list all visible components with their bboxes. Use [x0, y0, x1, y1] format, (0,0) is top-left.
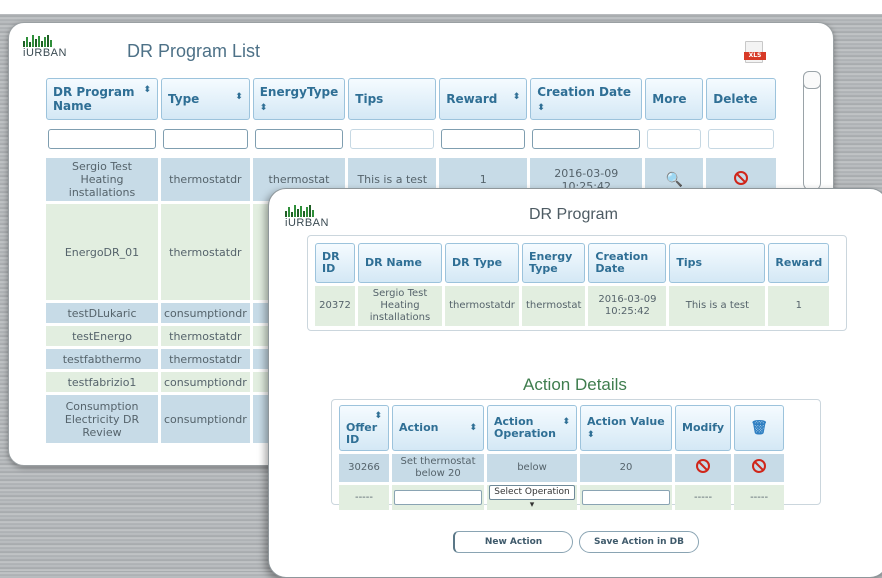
col-dr-type: DR Type: [445, 243, 519, 283]
col-offer-id[interactable]: ⬍ Offer ID: [339, 405, 389, 451]
col-action-operation[interactable]: ⬍ Action Operation: [487, 405, 577, 451]
sort-icon: ⬍: [469, 423, 477, 433]
col-energy-type[interactable]: EnergyType ⬍: [252, 78, 346, 120]
new-action-button[interactable]: New Action: [453, 531, 573, 553]
action-input[interactable]: [394, 490, 482, 505]
sort-icon: ⬍: [562, 417, 570, 427]
delete-icon[interactable]: [752, 459, 767, 473]
col-dr-program-name[interactable]: ⬍ DR Program Name: [46, 78, 158, 120]
col-action[interactable]: ⬍ Action: [392, 405, 484, 451]
col-modify: Modify: [675, 405, 732, 451]
table-row: 20372 Sergio Test Heating installations …: [315, 286, 830, 326]
col-energy-type: Energy Type: [522, 243, 586, 283]
filter-type-input[interactable]: [163, 129, 248, 149]
export-xls-icon[interactable]: XLS: [744, 41, 766, 63]
col-type[interactable]: ⬍ Type: [161, 78, 250, 120]
sort-icon: ⬍: [259, 103, 268, 113]
dr-program-summary: DR ID DR Name DR Type Energy Type Creati…: [307, 235, 847, 331]
filter-tips-input[interactable]: [350, 129, 435, 149]
iurban-logo: iURBAN: [23, 35, 67, 59]
delete-icon[interactable]: [734, 171, 749, 185]
sort-icon: ⬍: [235, 92, 243, 102]
col-delete: Delete: [706, 78, 777, 120]
col-reward: Reward: [768, 243, 830, 283]
col-tips: Tips: [669, 243, 766, 283]
action-value-input[interactable]: [582, 490, 670, 505]
col-reward[interactable]: ⬍ Reward: [439, 78, 528, 120]
filter-delete-input: [708, 129, 775, 149]
col-action-value[interactable]: Action Value ⬍: [580, 405, 672, 451]
page-title: DR Program List: [127, 41, 261, 61]
col-dr-name: DR Name: [358, 243, 442, 283]
new-action-row: ----- Select Operation ▾ ----- -----: [339, 485, 785, 510]
col-tips[interactable]: Tips: [348, 78, 437, 120]
dr-program-title: DR Program: [529, 206, 618, 223]
trash-icon: 🗑: [750, 419, 768, 436]
iurban-logo: iURBAN: [285, 205, 329, 229]
col-more: More: [645, 78, 704, 120]
sort-icon: ⬍: [537, 103, 545, 113]
dr-program-detail-window: iURBAN DR Program DR ID DR Name DR Type …: [268, 188, 882, 578]
col-dr-id: DR ID: [315, 243, 355, 283]
action-details-title: Action Details: [523, 375, 627, 394]
sort-icon: ⬍: [512, 92, 521, 102]
table-row[interactable]: 30266 Set thermostat below 20 below 20: [339, 454, 785, 482]
top-strip: [0, 0, 882, 14]
filter-more-input: [647, 129, 702, 149]
sort-icon: ⬍: [143, 85, 151, 95]
filter-date-input[interactable]: [532, 129, 641, 149]
modify-icon[interactable]: [696, 459, 711, 473]
filter-name-input[interactable]: [48, 129, 156, 149]
scroll-up-button[interactable]: [803, 71, 821, 89]
col-trash: 🗑: [734, 405, 785, 451]
col-creation-date: Creation Date: [588, 243, 667, 283]
save-action-button[interactable]: Save Action in DB: [579, 531, 699, 553]
sort-icon: ⬍: [587, 429, 595, 440]
filter-energy-input[interactable]: [254, 129, 344, 149]
operation-select[interactable]: Select Operation ▾: [489, 485, 575, 510]
magnifier-icon[interactable]: 🔍: [666, 172, 683, 188]
action-details-panel: ⬍ Offer ID ⬍ Action ⬍ Action Operation Acti…: [331, 399, 821, 510]
col-creation-date[interactable]: Creation Date ⬍: [530, 78, 643, 120]
filter-reward-input[interactable]: [441, 129, 526, 149]
vertical-scrollbar[interactable]: [803, 71, 821, 191]
